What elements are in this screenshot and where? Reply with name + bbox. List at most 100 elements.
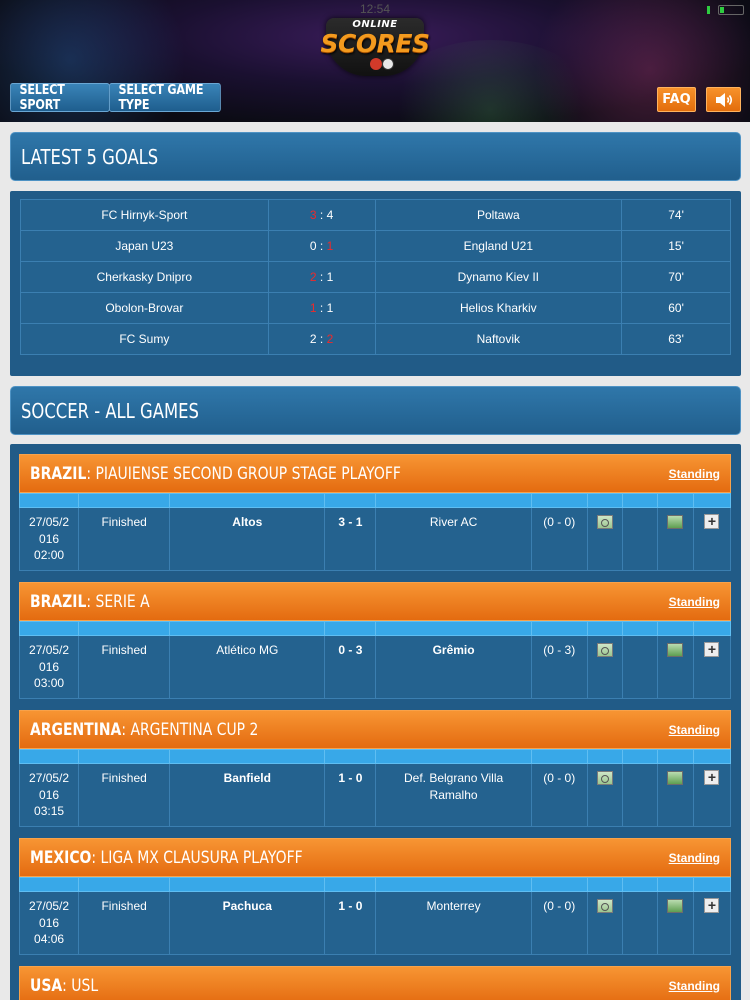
- game-table: 27/05/2 016 03:00 Finished Atlético MG 0 -…: [18, 621, 732, 699]
- ball-icon: [382, 58, 394, 70]
- goal-away-score: 1: [326, 270, 334, 284]
- soccer-games-title: SOCCER - ALL GAMES: [10, 386, 741, 435]
- game-away-team: Grêmio: [375, 635, 532, 699]
- game-status: Finished: [78, 635, 171, 699]
- lineup-icon-cell[interactable]: [656, 891, 694, 955]
- online-scores-logo[interactable]: ONLINE SCORES: [316, 12, 434, 76]
- lineup-icon[interactable]: [667, 643, 684, 657]
- signal-icon: [707, 6, 710, 14]
- goal-score: 1 : 1: [267, 292, 376, 324]
- goal-score: 2 : 1: [267, 261, 376, 293]
- goal-away-score: 1: [326, 301, 334, 315]
- expand-cell[interactable]: +: [692, 763, 732, 827]
- game-row[interactable]: 27/05/2 016 03:00 Finished Atlético MG 0 -…: [18, 635, 732, 699]
- stadium-icon[interactable]: [596, 899, 613, 913]
- ball-icon: [370, 58, 382, 70]
- stadium-icon[interactable]: [596, 643, 613, 657]
- game-status: Finished: [78, 507, 171, 571]
- game-table-header: [18, 493, 732, 508]
- plus-icon[interactable]: +: [704, 514, 720, 529]
- game-status: Finished: [78, 763, 171, 827]
- lineup-icon-cell[interactable]: [656, 763, 694, 827]
- league-title: PIAUIENSE SECOND GROUP STAGE PLAYOFF: [95, 463, 401, 484]
- goal-row[interactable]: FC Hirnyk-Sport 3 : 4 Poltawa 74': [20, 199, 731, 231]
- game-home-team: Atlético MG: [169, 635, 326, 699]
- game-score: 1 - 0: [324, 763, 377, 827]
- standing-link[interactable]: Standing: [669, 979, 720, 993]
- stadium-icon-cell[interactable]: [586, 635, 623, 699]
- lineup-icon-cell[interactable]: [656, 507, 694, 571]
- goal-away-team: Poltawa: [374, 199, 623, 231]
- expand-cell[interactable]: +: [692, 507, 732, 571]
- goal-home-score: 2: [309, 332, 317, 346]
- game-date: 27/05/2 016 03:15: [18, 763, 80, 827]
- goal-row[interactable]: Obolon-Brovar 1 : 1 Helios Kharkiv 60': [20, 292, 731, 324]
- standing-link[interactable]: Standing: [669, 467, 720, 481]
- goal-score: 3 : 4: [267, 199, 376, 231]
- goal-home-team: FC Sumy: [20, 323, 269, 355]
- league-header: MEXICO: LIGA MX CLAUSURA PLAYOFF Standin…: [19, 838, 731, 877]
- goal-score: 0 : 1: [267, 230, 376, 262]
- goal-row[interactable]: FC Sumy 2 : 2 Naftovik 63': [20, 323, 731, 355]
- league-title: USL: [71, 975, 99, 996]
- game-row[interactable]: 27/05/2 016 03:15 Finished Banfield 1 - 0 …: [18, 763, 732, 827]
- league-name: BRAZIL: PIAUIENSE SECOND GROUP STAGE PLA…: [30, 463, 401, 484]
- stadium-icon-cell[interactable]: [586, 891, 623, 955]
- league-name: BRAZIL: SERIE A: [30, 591, 150, 612]
- game-halftime: (0 - 0): [530, 507, 588, 571]
- game-row[interactable]: 27/05/2 016 04:06 Finished Pachuca 1 - 0 M…: [18, 891, 732, 955]
- league-name: MEXICO: LIGA MX CLAUSURA PLAYOFF: [30, 847, 303, 868]
- expand-cell[interactable]: +: [692, 891, 732, 955]
- league-header: ARGENTINA: ARGENTINA CUP 2 Standing: [19, 710, 731, 749]
- goal-row[interactable]: Cherkasky Dnipro 2 : 1 Dynamo Kiev II 70…: [20, 261, 731, 293]
- app-header: 12:54 ONLINE SCORES SELECT SPORT SELECT …: [0, 0, 750, 122]
- select-sport-button[interactable]: SELECT SPORT: [10, 83, 110, 113]
- stadium-icon-cell[interactable]: [586, 507, 623, 571]
- goal-home-team: Obolon-Brovar: [20, 292, 269, 324]
- goal-row[interactable]: Japan U23 0 : 1 England U21 15': [20, 230, 731, 262]
- standing-link[interactable]: Standing: [669, 851, 720, 865]
- game-score: 3 - 1: [324, 507, 377, 571]
- game-table-header: [18, 621, 732, 636]
- plus-icon[interactable]: +: [704, 770, 720, 785]
- latest-goals-title: LATEST 5 GOALS: [10, 132, 741, 181]
- league-name: USA: USL: [30, 975, 99, 996]
- game-date: 27/05/2 016 03:00: [18, 635, 80, 699]
- game-table: 27/05/2 016 02:00 Finished Altos 3 - 1 Riv…: [18, 493, 732, 571]
- standing-link[interactable]: Standing: [669, 723, 720, 737]
- game-status: Finished: [78, 891, 171, 955]
- stadium-icon[interactable]: [596, 771, 613, 785]
- goal-away-team: Helios Kharkiv: [374, 292, 623, 324]
- lineup-icon[interactable]: [667, 771, 684, 785]
- select-game-type-button[interactable]: SELECT GAME TYPE: [109, 83, 221, 113]
- lineup-icon[interactable]: [667, 899, 684, 913]
- goal-home-score: 0: [309, 239, 317, 253]
- goal-score: 2 : 2: [267, 323, 376, 355]
- faq-button[interactable]: FAQ: [657, 87, 696, 112]
- game-row[interactable]: 27/05/2 016 02:00 Finished Altos 3 - 1 Riv…: [18, 507, 732, 571]
- standing-link[interactable]: Standing: [669, 595, 720, 609]
- plus-icon[interactable]: +: [704, 898, 720, 913]
- goal-away-team: Naftovik: [374, 323, 623, 355]
- game-score: 1 - 0: [324, 891, 377, 955]
- sound-toggle-button[interactable]: [706, 87, 741, 112]
- game-halftime: (0 - 0): [530, 763, 588, 827]
- goal-away-team: Dynamo Kiev II: [374, 261, 623, 293]
- league-header: BRAZIL: SERIE A Standing: [19, 582, 731, 621]
- goal-away-score: 2: [326, 332, 334, 346]
- game-score: 0 - 3: [324, 635, 377, 699]
- stadium-icon-cell[interactable]: [586, 763, 623, 827]
- game-away-team: Def. Belgrano Villa Ramalho: [375, 763, 532, 827]
- game-table-header: [18, 877, 732, 892]
- league-name: ARGENTINA: ARGENTINA CUP 2: [30, 719, 259, 740]
- plus-icon[interactable]: +: [704, 642, 720, 657]
- lineup-icon-cell[interactable]: [656, 635, 694, 699]
- stadium-icon[interactable]: [596, 515, 613, 529]
- goal-minute: 63': [621, 323, 731, 355]
- lineup-icon[interactable]: [667, 515, 684, 529]
- game-table: 27/05/2 016 04:06 Finished Pachuca 1 - 0 M…: [18, 877, 732, 955]
- battery-icon: [718, 5, 744, 15]
- game-home-team: Altos: [169, 507, 326, 571]
- league-country: MEXICO: [30, 847, 92, 868]
- expand-cell[interactable]: +: [692, 635, 732, 699]
